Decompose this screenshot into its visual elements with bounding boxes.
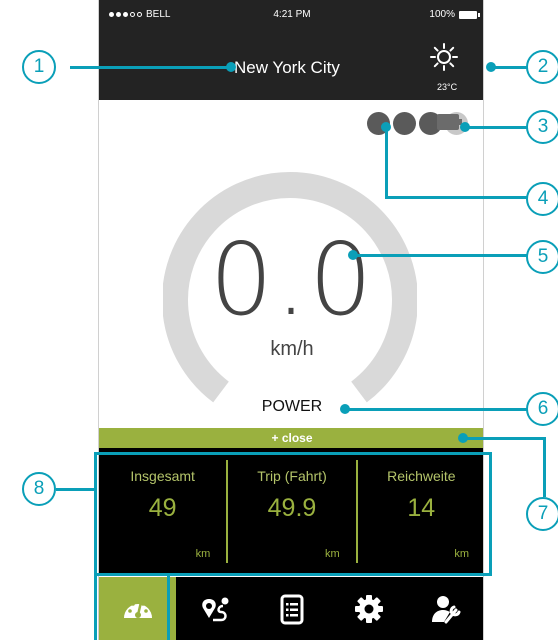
temperature: 23°C	[437, 82, 458, 92]
assist-mode[interactable]: POWER	[99, 398, 483, 416]
callout-line-3	[464, 126, 530, 129]
callout-line-4a	[385, 126, 388, 198]
app-header: New York City 23°C	[99, 30, 483, 100]
indicator-dot	[393, 112, 416, 135]
bike-battery-icon	[437, 114, 462, 130]
callout-line-8c	[167, 576, 170, 640]
battery-icon	[459, 11, 480, 19]
callout-line-5	[352, 254, 530, 257]
callout-line-8	[56, 488, 96, 491]
callout-marker-1	[226, 62, 236, 72]
callout-marker-3	[460, 122, 470, 132]
speedometer-icon	[123, 600, 152, 618]
nav-dashboard[interactable]	[99, 577, 177, 640]
status-bar: BELL 4:21 PM 100%	[99, 0, 483, 30]
callout-badge-4: 4	[526, 182, 558, 216]
city-name[interactable]: New York City	[234, 58, 340, 78]
callout-badge-8: 8	[22, 472, 56, 506]
callout-marker-2	[486, 62, 496, 72]
close-panel-button[interactable]: + close	[99, 428, 483, 448]
nav-documents[interactable]	[253, 577, 330, 640]
callout-marker-4	[381, 122, 391, 132]
route-icon	[202, 597, 229, 621]
speed-value: 0.0	[209, 221, 375, 338]
speed-unit: km/h	[270, 338, 314, 360]
status-battery-percent: 100%	[429, 9, 455, 20]
callout-badge-5: 5	[526, 240, 558, 274]
sun-icon[interactable]	[429, 42, 459, 72]
callout-marker-6	[340, 404, 350, 414]
callout-badge-6: 6	[526, 392, 558, 426]
status-time: 4:21 PM	[273, 9, 311, 20]
callout-line-2	[490, 66, 530, 69]
callout-line-1	[70, 66, 230, 69]
nav-profile-service[interactable]	[408, 577, 483, 640]
callout-marker-5	[348, 250, 358, 260]
callout-frame-stats	[94, 452, 492, 576]
callout-line-7b	[543, 437, 546, 497]
document-list-icon	[280, 594, 304, 624]
callout-badge-7: 7	[526, 497, 558, 531]
callout-badge-3: 3	[526, 110, 558, 144]
callout-marker-7	[458, 433, 468, 443]
callout-badge-2: 2	[526, 50, 558, 84]
user-wrench-icon	[432, 595, 461, 623]
callout-line-4b	[385, 196, 530, 199]
gear-icon	[355, 594, 384, 623]
bottom-nav	[99, 577, 483, 640]
callout-badge-1: 1	[22, 50, 56, 84]
callout-line-7a	[464, 437, 546, 440]
callout-line-6	[344, 408, 530, 411]
nav-settings[interactable]	[331, 577, 408, 640]
nav-route[interactable]	[176, 577, 253, 640]
callout-line-8b	[94, 576, 97, 640]
